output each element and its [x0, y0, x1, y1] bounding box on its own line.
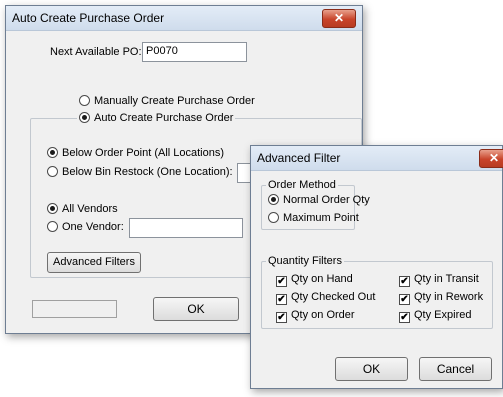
vendor-field[interactable]	[129, 218, 243, 238]
advanced-filters-button[interactable]: Advanced Filters	[47, 252, 141, 273]
auto-create-option[interactable]: Auto Create Purchase Order	[77, 112, 236, 124]
qty-in-transit-label: Qty in Transit	[414, 273, 479, 285]
normal-order-qty-label: Normal Order Qty	[283, 194, 370, 206]
manual-create-option[interactable]: Manually Create Purchase Order	[79, 95, 255, 107]
below-bin-restock-radio[interactable]	[47, 166, 58, 177]
order-method-legend: Order Method	[266, 179, 338, 191]
qty-on-order-option[interactable]: ✔ Qty on Order	[276, 309, 355, 323]
order-method-group: Order Method Normal Order Qty Maximum Po…	[261, 179, 370, 230]
quantity-filters-legend: Quantity Filters	[266, 255, 344, 267]
qty-in-rework-checkbox[interactable]: ✔	[399, 294, 410, 305]
qty-in-transit-option[interactable]: ✔ Qty in Transit	[399, 273, 479, 287]
advanced-filter-title-bar: Advanced Filter ✕	[251, 146, 503, 171]
qty-on-hand-checkbox[interactable]: ✔	[276, 276, 287, 287]
next-po-label: Next Available PO:	[50, 46, 142, 58]
next-po-field[interactable]: P0070	[142, 42, 247, 62]
one-vendor-radio[interactable]	[47, 221, 58, 232]
qty-on-order-label: Qty on Order	[291, 309, 355, 321]
advanced-filter-window: Advanced Filter ✕ Order Method Normal Or…	[250, 145, 503, 389]
auto-create-label: Auto Create Purchase Order	[94, 112, 234, 124]
status-field	[32, 300, 117, 318]
qty-expired-checkbox[interactable]: ✔	[399, 312, 410, 323]
quantity-filters-group: Quantity Filters ✔ Qty on Hand ✔ Qty Check…	[261, 255, 493, 329]
qty-on-order-checkbox[interactable]: ✔	[276, 312, 287, 323]
qty-checked-out-checkbox[interactable]: ✔	[276, 294, 287, 305]
below-bin-restock-option[interactable]: Below Bin Restock (One Location):	[47, 166, 233, 178]
one-vendor-label: One Vendor:	[62, 221, 124, 233]
advanced-filter-close-button[interactable]: ✕	[479, 149, 503, 168]
manual-create-label: Manually Create Purchase Order	[94, 95, 255, 107]
advanced-filter-title: Advanced Filter	[257, 151, 341, 165]
normal-order-qty-radio[interactable]	[268, 194, 279, 205]
manual-create-radio[interactable]	[79, 95, 90, 106]
qty-on-hand-option[interactable]: ✔ Qty on Hand	[276, 273, 353, 287]
below-order-point-option[interactable]: Below Order Point (All Locations)	[47, 147, 224, 159]
ok-button[interactable]: OK	[153, 297, 239, 321]
below-order-point-radio[interactable]	[47, 147, 58, 158]
below-bin-restock-label: Below Bin Restock (One Location):	[62, 166, 233, 178]
qty-on-hand-label: Qty on Hand	[291, 273, 353, 285]
qty-checked-out-label: Qty Checked Out	[291, 291, 376, 303]
all-vendors-label: All Vendors	[62, 203, 118, 215]
qty-expired-option[interactable]: ✔ Qty Expired	[399, 309, 471, 323]
window-title: Auto Create Purchase Order	[12, 11, 165, 25]
auto-create-radio[interactable]	[79, 112, 90, 123]
below-order-point-label: Below Order Point (All Locations)	[62, 147, 225, 159]
all-vendors-option[interactable]: All Vendors	[47, 203, 118, 215]
advanced-filter-cancel-button[interactable]: Cancel	[419, 357, 492, 381]
qty-checked-out-option[interactable]: ✔ Qty Checked Out	[276, 291, 375, 305]
title-bar: Auto Create Purchase Order ✕	[6, 6, 362, 31]
normal-order-qty-option[interactable]: Normal Order Qty	[268, 194, 370, 206]
close-button[interactable]: ✕	[322, 9, 356, 28]
qty-in-rework-option[interactable]: ✔ Qty in Rework	[399, 291, 483, 305]
maximum-point-option[interactable]: Maximum Point	[268, 212, 359, 224]
qty-expired-label: Qty Expired	[414, 309, 472, 321]
maximum-point-radio[interactable]	[268, 212, 279, 223]
qty-in-transit-checkbox[interactable]: ✔	[399, 276, 410, 287]
maximum-point-label: Maximum Point	[283, 212, 359, 224]
one-vendor-option[interactable]: One Vendor:	[47, 221, 124, 233]
all-vendors-radio[interactable]	[47, 203, 58, 214]
advanced-filter-ok-button[interactable]: OK	[335, 357, 408, 381]
qty-in-rework-label: Qty in Rework	[414, 291, 484, 303]
